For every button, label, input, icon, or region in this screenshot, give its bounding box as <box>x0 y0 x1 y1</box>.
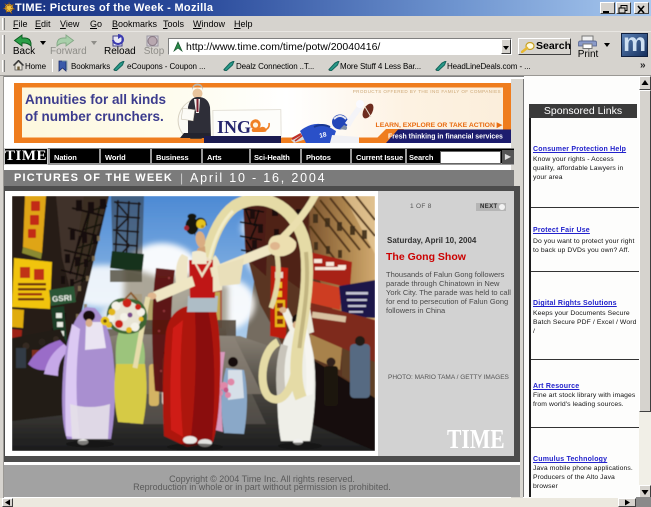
svg-text:PRODUCTS OFFERED BY THE ING FA: PRODUCTS OFFERED BY THE ING FAMILY OF CO… <box>353 89 501 94</box>
svg-text:LEARN, EXPLORE OR TAKE ACTION: LEARN, EXPLORE OR TAKE ACTION ▶ <box>376 122 503 129</box>
svg-text:GSRI: GSRI <box>52 293 72 303</box>
svg-text:ING: ING <box>217 117 251 137</box>
svg-text:Fresh thinking in financial se: Fresh thinking in financial services <box>388 134 503 141</box>
svg-text:of number crunchers.: of number crunchers. <box>25 109 164 124</box>
svg-text:Annuities for all kinds: Annuities for all kinds <box>25 92 166 107</box>
